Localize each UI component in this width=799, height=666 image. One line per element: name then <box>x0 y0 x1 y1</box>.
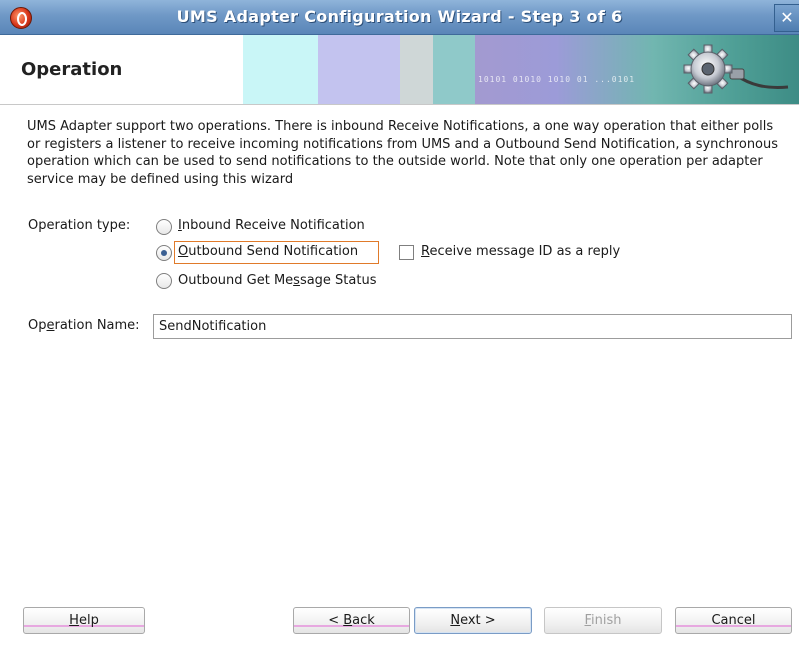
operation-name-input[interactable] <box>153 314 792 339</box>
operation-description: UMS Adapter support two operations. Ther… <box>27 119 779 187</box>
outbound-get-status-label[interactable]: Outbound Get Message Status <box>178 273 376 288</box>
receive-message-id-label[interactable]: Receive message ID as a reply <box>421 244 620 259</box>
back-button[interactable]: < Back <box>293 607 410 634</box>
header-decoration <box>433 35 475 104</box>
inbound-receive-label[interactable]: Inbound Receive Notification <box>178 218 365 233</box>
header-decoration <box>400 35 433 104</box>
wizard-header: Operation 10101 01010 1010 01 ...0101 <box>0 35 799 105</box>
header-decoration <box>243 35 318 104</box>
page-title: Operation <box>21 59 123 80</box>
gear-plug-icon <box>670 41 790 99</box>
operation-type-label: Operation type: <box>28 218 131 233</box>
finish-button[interactable]: Finish <box>544 607 662 634</box>
header-binary-pattern: 10101 01010 1010 01 ...0101 <box>478 75 636 84</box>
inbound-receive-radio[interactable] <box>156 219 172 235</box>
operation-name-label: Operation Name: <box>28 318 140 333</box>
window-title: UMS Adapter Configuration Wizard - Step … <box>176 7 623 26</box>
next-button[interactable]: Next > <box>414 607 532 634</box>
cancel-button[interactable]: Cancel <box>675 607 792 634</box>
close-icon[interactable]: ✕ <box>774 4 799 32</box>
header-decoration <box>318 35 400 104</box>
help-button[interactable]: Help <box>23 607 145 634</box>
outbound-send-radio[interactable] <box>156 245 172 261</box>
receive-message-id-checkbox[interactable] <box>399 245 414 260</box>
title-bar: UMS Adapter Configuration Wizard - Step … <box>0 0 799 35</box>
outbound-send-label[interactable]: Outbound Send Notification <box>178 244 358 259</box>
outbound-get-status-radio[interactable] <box>156 273 172 289</box>
